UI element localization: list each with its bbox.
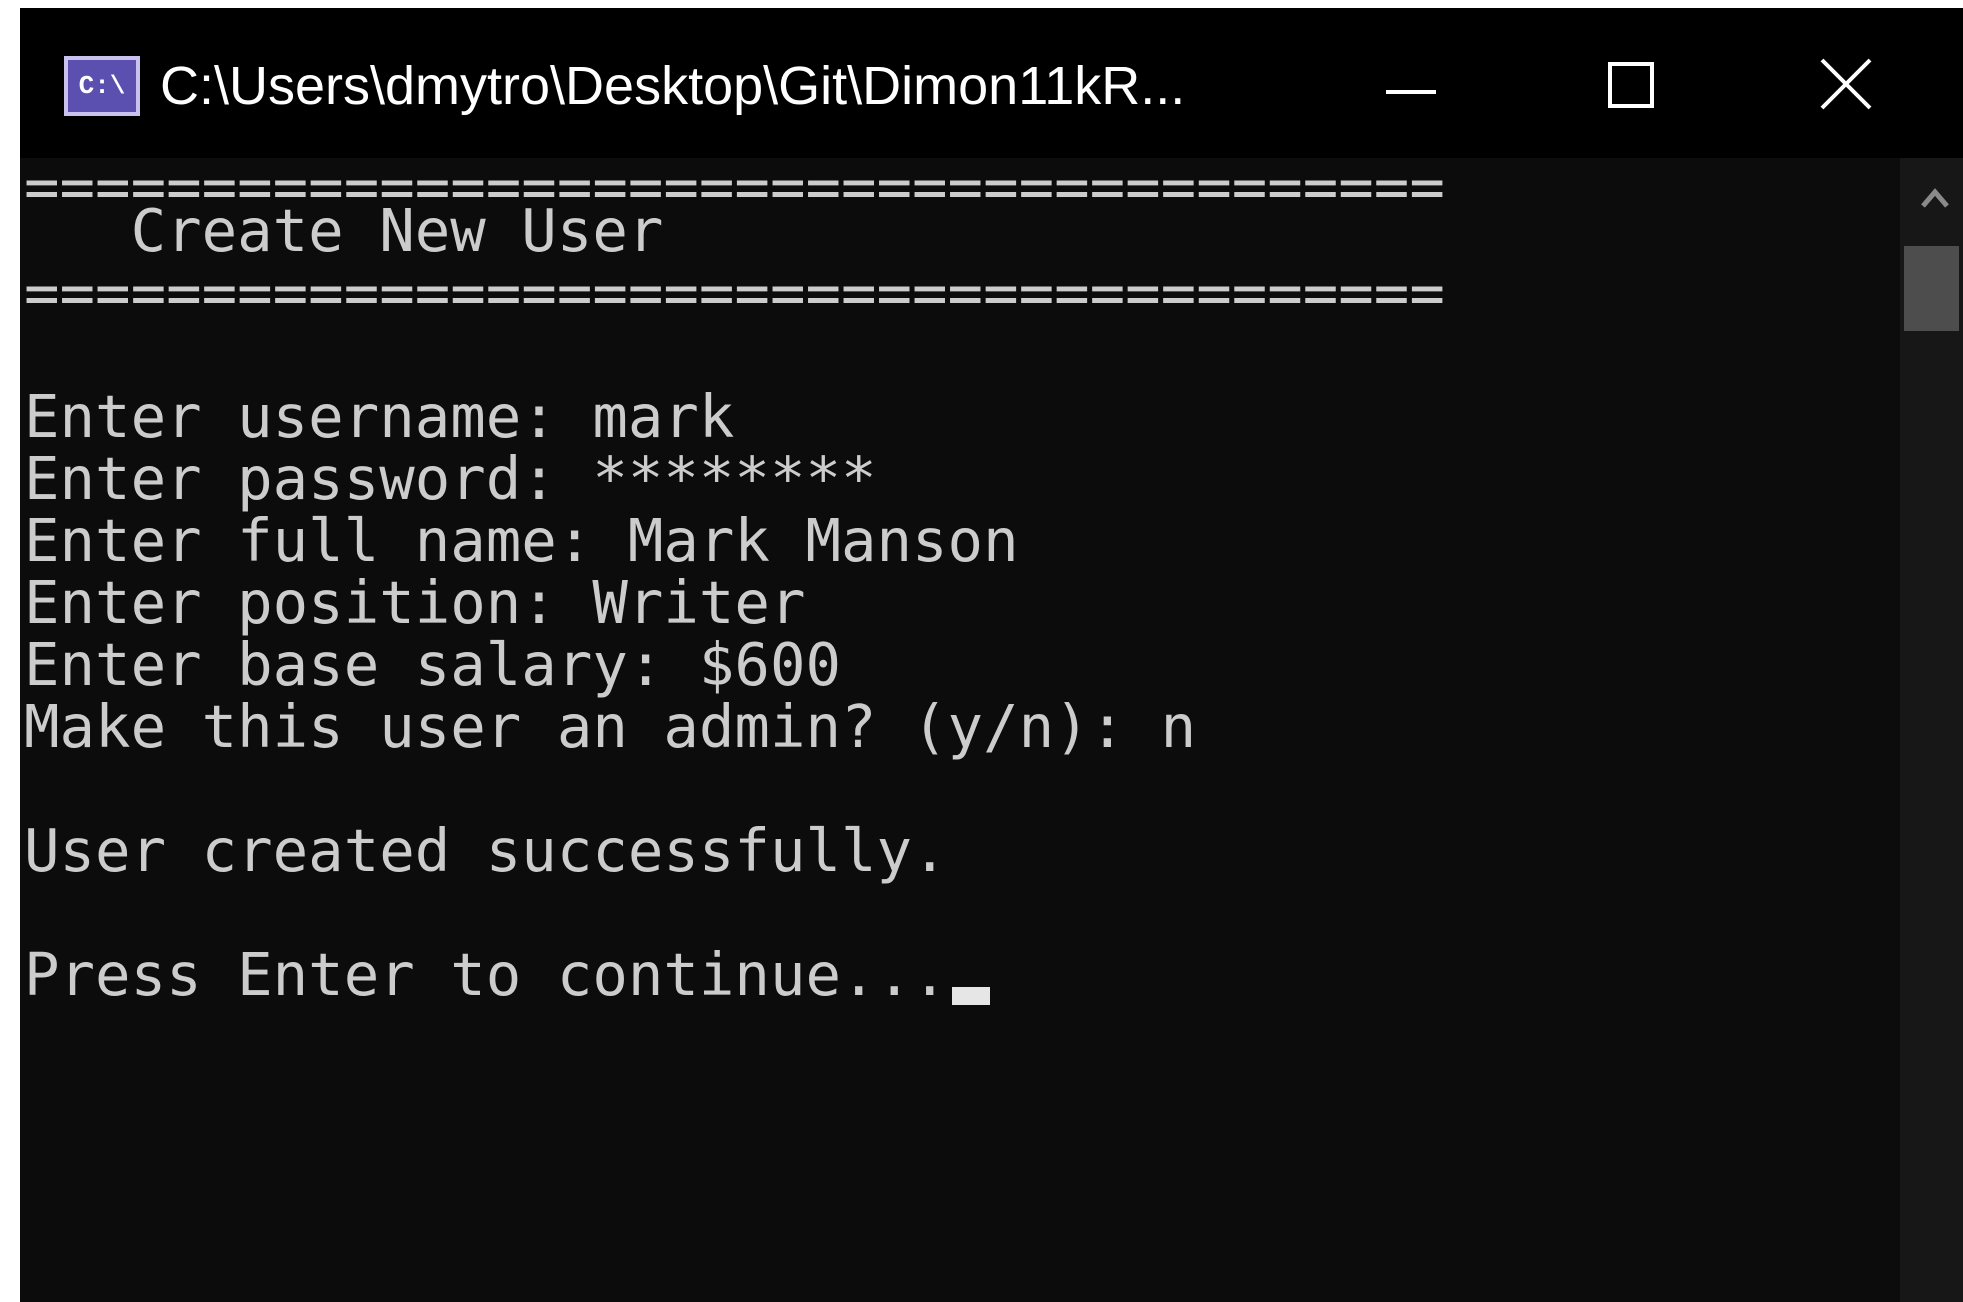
success-message-line: User created successfully.	[24, 816, 948, 885]
scroll-up-arrow-icon[interactable]	[1920, 186, 1950, 210]
window-title: C:\Users\dmytro\Desktop\Git\Dimon11kR...	[160, 56, 1186, 116]
continue-prompt-text: Press Enter to continue...	[24, 940, 948, 1009]
console-app-icon[interactable]: C:\	[64, 56, 140, 116]
close-button[interactable]	[1800, 38, 1910, 138]
vertical-scrollbar[interactable]	[1900, 158, 1963, 1302]
background-strip-left	[0, 0, 20, 1302]
admin-prompt-line: Make this user an admin? (y/n): n	[24, 692, 1197, 761]
continue-prompt-line: Press Enter to continue...	[24, 938, 990, 1012]
maximize-icon	[1608, 62, 1654, 108]
maximize-button[interactable]	[1580, 38, 1690, 138]
close-icon	[1820, 58, 1872, 110]
separator-line: ========================================	[24, 258, 1445, 327]
minimize-button[interactable]	[1360, 38, 1470, 138]
scrollbar-thumb[interactable]	[1904, 246, 1959, 331]
text-cursor	[951, 987, 990, 1005]
background-strip-top	[0, 0, 1963, 8]
console-window: C:\ C:\Users\dmytro\Desktop\Git\Dimon11k…	[20, 8, 1963, 1302]
title-bar[interactable]: C:\ C:\Users\dmytro\Desktop\Git\Dimon11k…	[20, 8, 1963, 158]
minimize-icon	[1386, 90, 1436, 94]
console-output[interactable]: ========================================…	[20, 152, 1880, 1302]
